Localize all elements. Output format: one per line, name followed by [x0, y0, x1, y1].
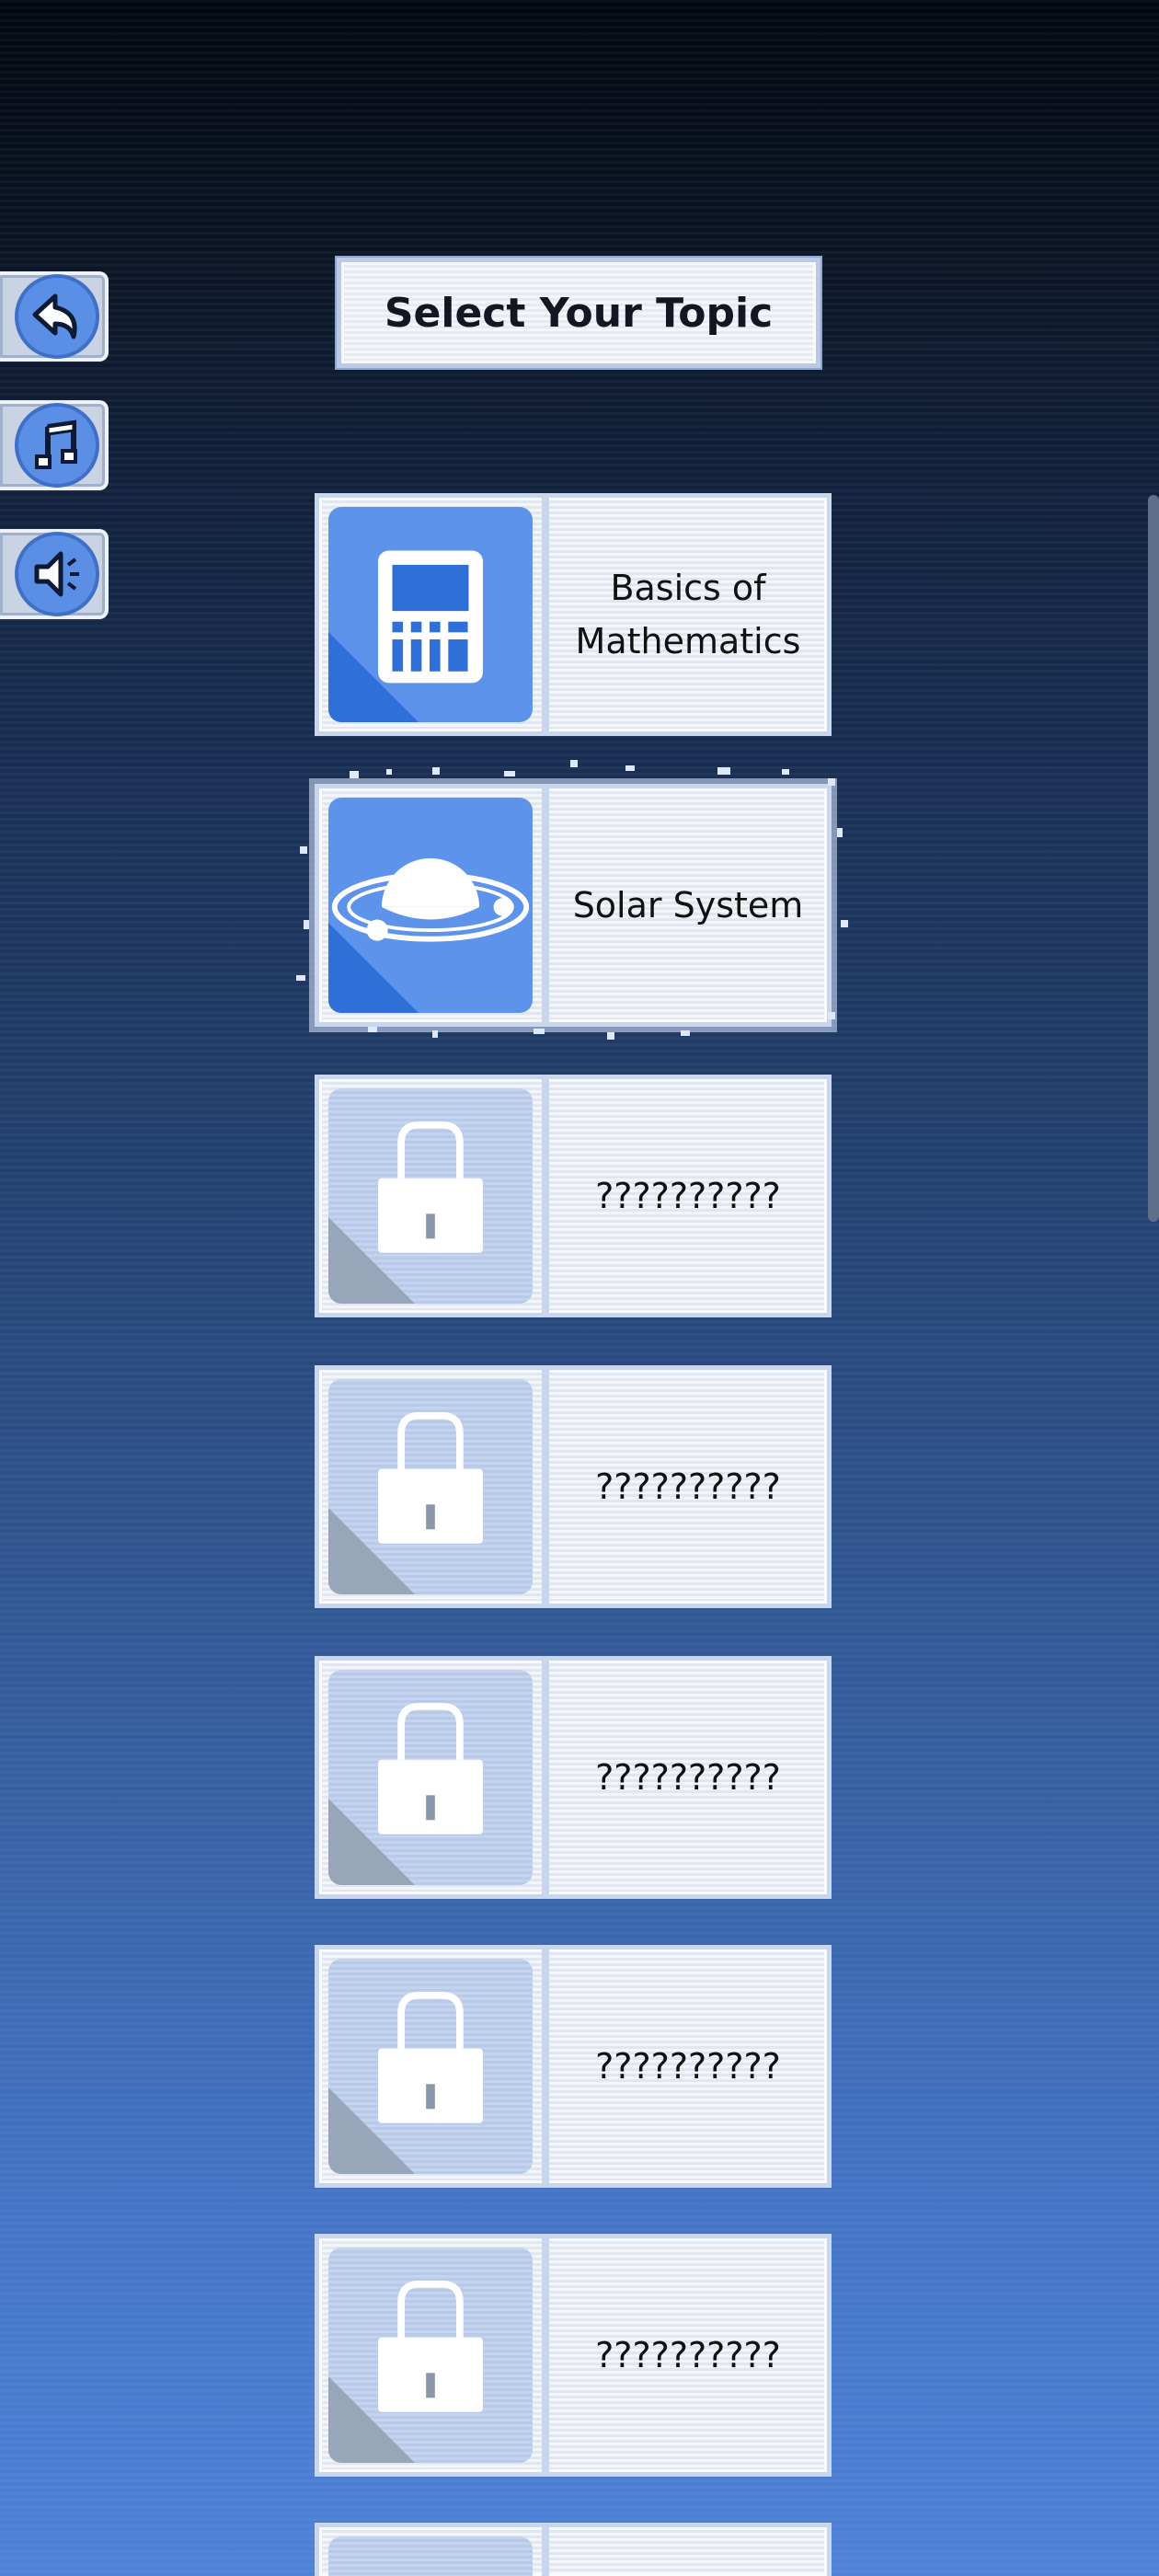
lock-icon	[328, 2248, 533, 2463]
topic-label	[549, 2527, 827, 2576]
topic-label-line2: Mathematics	[575, 621, 801, 661]
topic-card-solar-system[interactable]: Solar System	[315, 784, 832, 1027]
topic-card-locked[interactable]: ??????????	[315, 1945, 832, 2188]
topic-card-locked[interactable]: ??????????	[315, 1075, 832, 1317]
topic-card-mathematics[interactable]: Basics of Mathematics	[315, 493, 832, 736]
topic-icon-panel	[319, 788, 549, 1022]
topic-icon-panel	[319, 1079, 549, 1313]
topic-label-line1: Solar System	[572, 885, 804, 926]
scrollbar-thumb[interactable]	[1148, 495, 1159, 1222]
topic-card-locked[interactable]: ??????????	[315, 1365, 832, 1608]
speaker-icon	[34, 551, 79, 597]
topic-icon-panel	[319, 498, 549, 731]
topic-icon-panel	[319, 1370, 549, 1604]
lock-icon	[328, 1959, 533, 2174]
topic-card-partial[interactable]	[315, 2523, 832, 2576]
topic-card-locked[interactable]: ??????????	[315, 1656, 832, 1899]
topic-label: ??????????	[549, 1370, 827, 1604]
topic-label-line1: ??????????	[595, 1466, 781, 1507]
topic-label: ??????????	[549, 1079, 827, 1313]
lock-icon	[328, 1379, 533, 1594]
topic-label: Solar System	[549, 788, 827, 1022]
calculator-icon	[328, 507, 533, 722]
lock-icon	[328, 1670, 533, 1885]
topic-label: ??????????	[549, 2238, 827, 2472]
topic-icon-panel	[319, 1949, 549, 2183]
topic-card-locked[interactable]: ??????????	[315, 2234, 832, 2477]
topic-label-line1: ??????????	[595, 2046, 781, 2087]
topic-icon-panel	[319, 2527, 549, 2576]
topic-label: Basics of Mathematics	[549, 498, 827, 731]
page-title-box: Select Your Topic	[337, 258, 820, 368]
back-arrow-icon	[32, 293, 77, 339]
lock-icon	[328, 1088, 533, 1304]
topic-label-line1: ??????????	[595, 1176, 781, 1216]
topic-icon-panel	[319, 2238, 549, 2472]
topic-icon-panel	[319, 1661, 549, 1894]
sound-button[interactable]	[0, 529, 109, 619]
music-button[interactable]	[0, 400, 109, 490]
page-title: Select Your Topic	[384, 289, 774, 337]
topic-label: ??????????	[549, 1661, 827, 1894]
topic-label-line1: Basics of	[610, 568, 766, 608]
topic-label: ??????????	[549, 1949, 827, 2183]
lock-icon	[328, 2536, 533, 2576]
planet-icon	[328, 798, 533, 1013]
back-button-circle	[15, 274, 99, 359]
topic-label-line1: ??????????	[595, 1757, 781, 1798]
sound-button-circle	[15, 532, 99, 616]
topic-label-line1: ??????????	[595, 2335, 781, 2375]
back-button[interactable]	[0, 271, 109, 362]
music-note-icon	[35, 420, 77, 469]
music-button-circle	[15, 403, 99, 488]
